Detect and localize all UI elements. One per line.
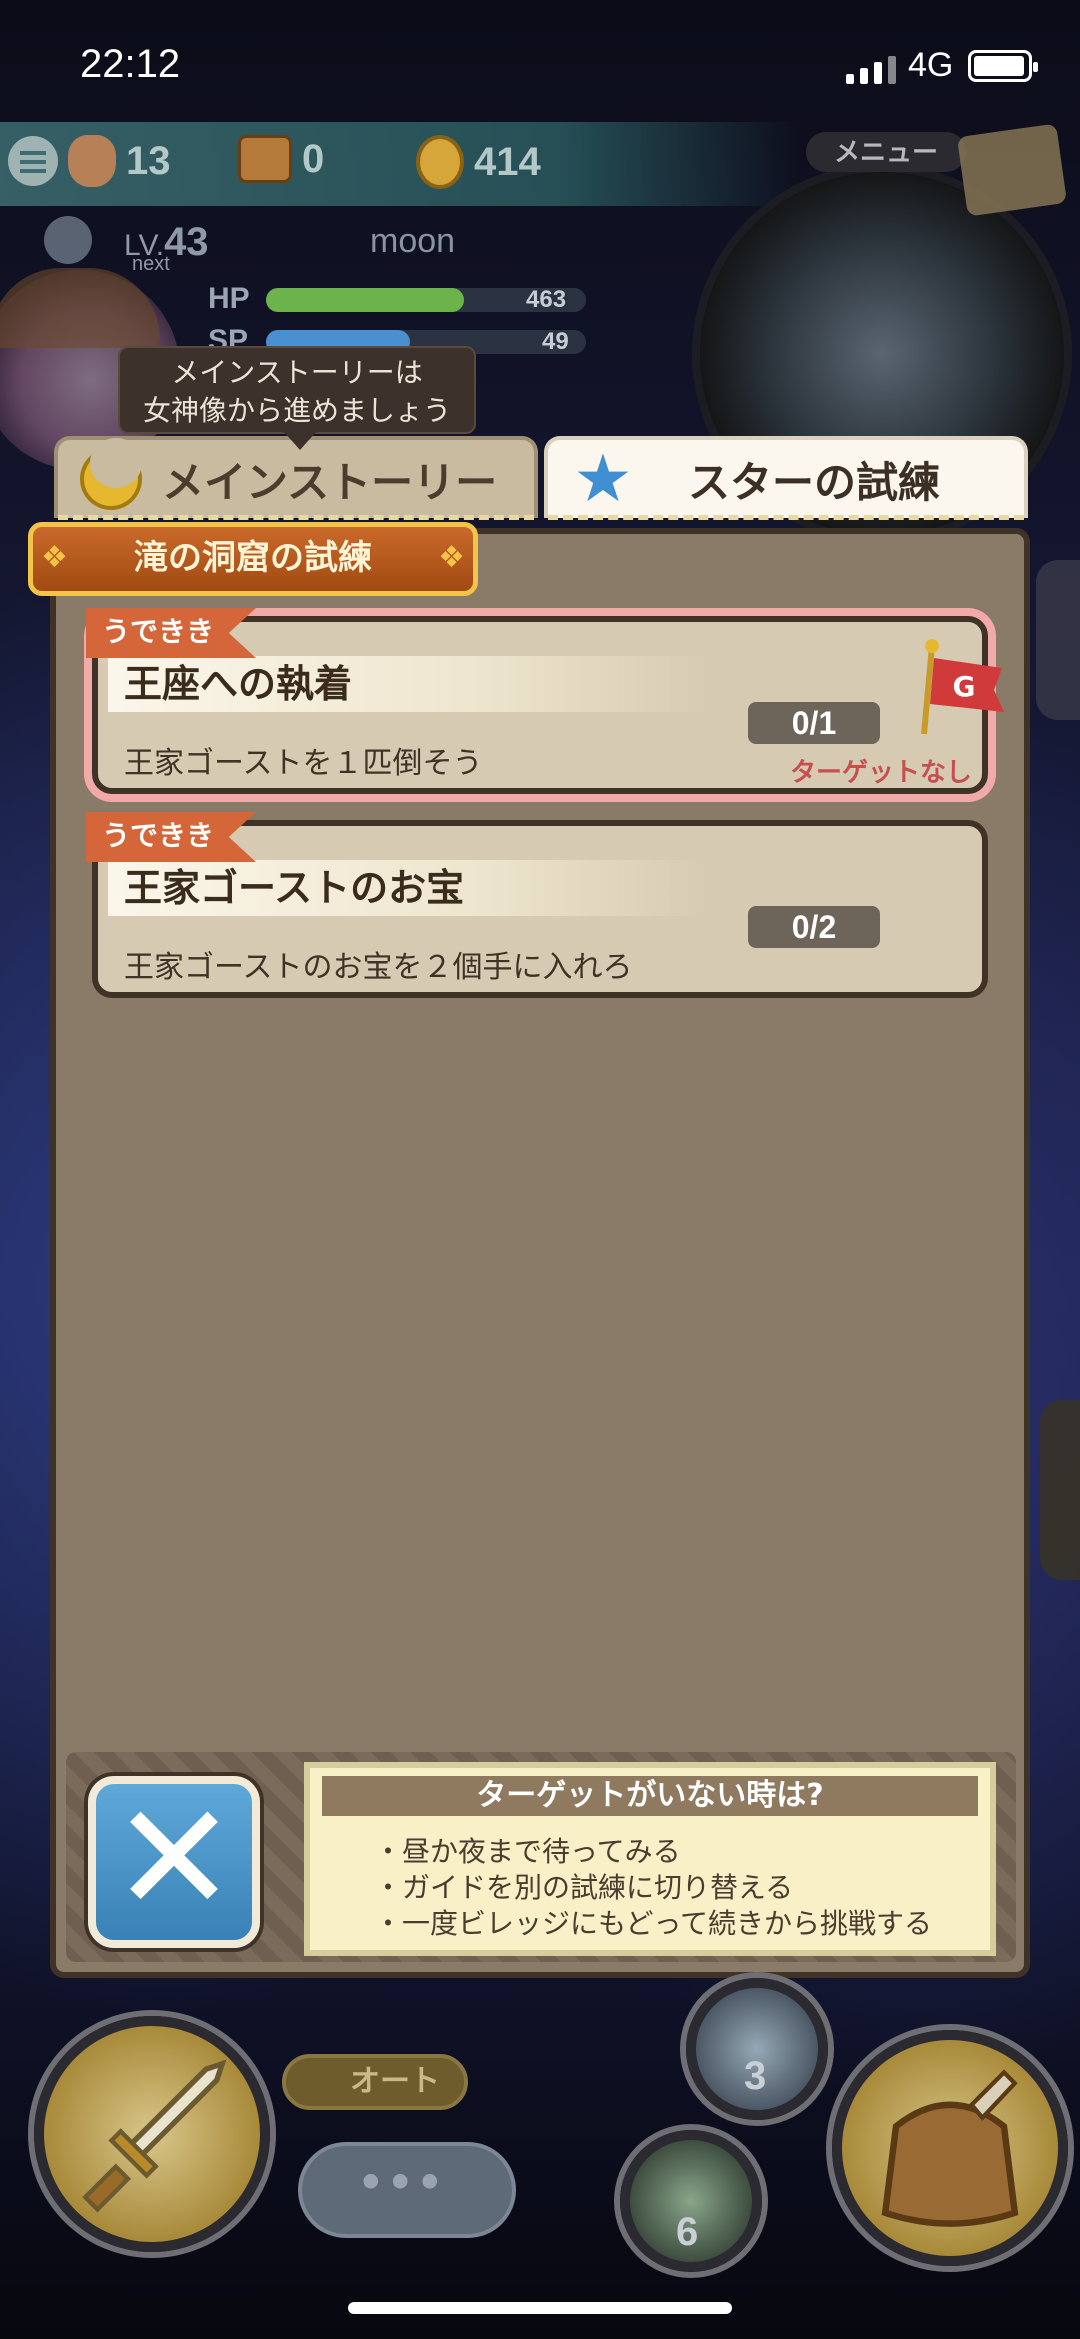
meat-count: 6 xyxy=(676,2210,699,2254)
resource-bags[interactable]: 13 xyxy=(8,135,171,187)
hp-label: HP xyxy=(208,282,250,315)
quest-card[interactable]: 王座への執着 王家ゴーストを１匹倒そう 0/1 ターゲットなし G うできき xyxy=(86,608,1004,794)
close-button[interactable]: ✕ xyxy=(88,1776,260,1948)
signal-icon xyxy=(846,56,896,84)
treasure-chest-icon xyxy=(238,135,292,183)
auto-toggle[interactable]: オート xyxy=(282,2054,468,2110)
tooltip-line-1: メインストーリーは xyxy=(171,357,423,388)
hint-line: ・ガイドを別の試練に切り替える xyxy=(374,1871,794,1904)
section-banner: ❖ 滝の洞窟の試練 ❖ xyxy=(28,522,478,596)
coin-icon xyxy=(416,135,464,189)
tab-star-trial-label: スターの試練 xyxy=(688,457,941,507)
chest-count: 0 xyxy=(302,136,325,181)
tooltip-line-2: 女神像から進めましょう xyxy=(142,395,451,426)
moon-icon xyxy=(80,438,142,510)
home-indicator[interactable] xyxy=(348,2302,732,2314)
player-name: moon xyxy=(370,222,456,260)
coin-count: 414 xyxy=(474,139,541,184)
level-value: 43 xyxy=(164,220,209,264)
inventory-bag-button[interactable] xyxy=(832,2030,1068,2266)
resource-chests: 0 xyxy=(238,135,324,183)
bag-icon xyxy=(68,135,116,187)
quest-badge: うできき xyxy=(86,812,257,862)
ornament-right-icon: ❖ xyxy=(438,540,465,575)
next-label: next xyxy=(132,253,170,275)
hp-value: 463 xyxy=(526,286,567,313)
chat-button[interactable] xyxy=(298,2142,516,2238)
tab-main-story-label: メインストーリー xyxy=(162,457,498,507)
quest-status: ターゲットなし xyxy=(790,758,973,788)
auto-label: オート xyxy=(350,2064,440,2099)
sword-icon xyxy=(82,2059,227,2213)
battery-icon xyxy=(968,50,1038,82)
tab-underline xyxy=(58,515,534,520)
quest-progress: 0/2 xyxy=(748,906,880,948)
game-screen: 22:12 4G 13 0 414 LV.43 next moon HP 463… xyxy=(0,0,1080,2339)
bag-count: 13 xyxy=(126,138,171,183)
quest-description: 王家ゴーストのお宝を２個手に入れろ xyxy=(124,950,633,985)
clock: 22:12 xyxy=(80,42,181,86)
sp-value: 49 xyxy=(542,328,569,355)
map-scroll-icon[interactable] xyxy=(956,123,1068,217)
quest-progress: 0/1 xyxy=(748,702,880,744)
tab-star-trial[interactable]: ★ スターの試練 xyxy=(544,436,1028,520)
star-icon: ★ xyxy=(573,440,633,517)
quest-title: 王家ゴーストのお宝 xyxy=(108,860,708,916)
section-banner-label: 滝の洞窟の試練 xyxy=(134,538,372,578)
hint-line: ・昼か夜まで待ってみる xyxy=(374,1835,681,1868)
quest-badge: うできき xyxy=(86,608,257,658)
tab-underline xyxy=(548,515,1024,520)
ornament-left-icon: ❖ xyxy=(41,540,68,575)
hint-title: ターゲットがいない時は? xyxy=(322,1776,978,1816)
potion-count: 3 xyxy=(744,2054,767,2098)
menu-button[interactable]: メニュー xyxy=(806,132,966,172)
quest-description: 王家ゴーストを１匹倒そう xyxy=(124,746,483,781)
guide-flag-icon: G xyxy=(921,639,1004,735)
backpack-icon xyxy=(881,2069,1019,2227)
network-type: 4G xyxy=(908,46,954,84)
side-decoration xyxy=(1040,1400,1080,1580)
key-icon xyxy=(44,216,92,264)
attack-button[interactable] xyxy=(34,2016,270,2252)
close-icon: ✕ xyxy=(111,1772,237,1946)
side-decoration xyxy=(1036,560,1080,720)
svg-text:G: G xyxy=(953,670,976,703)
tooltip: メインストーリーは 女神像から進めましょう xyxy=(118,346,476,450)
hamburger-menu-icon[interactable] xyxy=(8,136,58,186)
avatar-hat xyxy=(0,268,160,348)
quest-title: 王座への執着 xyxy=(108,656,708,712)
resource-coins: 414 xyxy=(416,135,541,189)
hint-box: ターゲットがいない時は? ・昼か夜まで待ってみる ・ガイドを別の試練に切り替える… xyxy=(304,1762,996,1956)
status-bar: 22:12 4G xyxy=(0,0,1080,130)
quest-card[interactable]: 王家ゴーストのお宝 王家ゴーストのお宝を２個手に入れろ 0/2 うできき xyxy=(86,812,988,998)
hint-line: ・一度ビレッジにもどって続きから挑戦する xyxy=(374,1907,933,1940)
